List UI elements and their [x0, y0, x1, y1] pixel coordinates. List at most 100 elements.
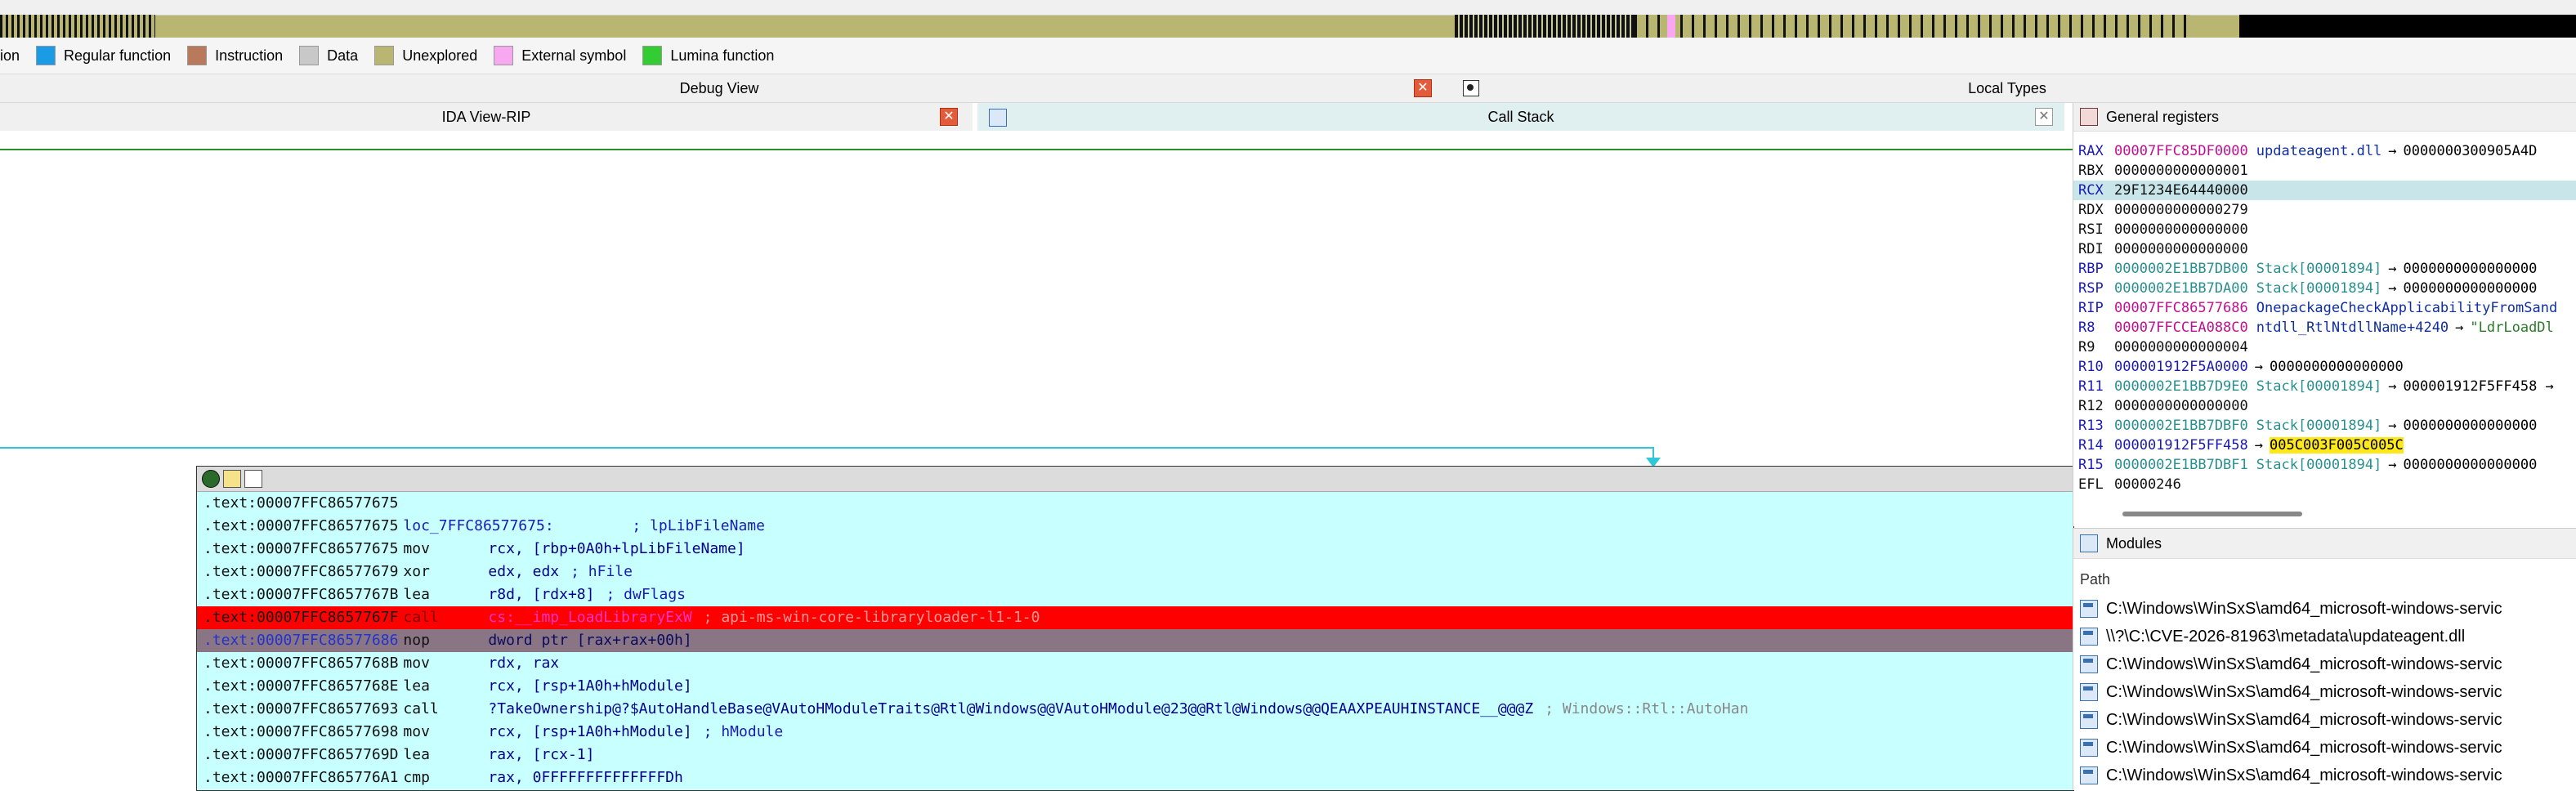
disasm-line[interactable]: .text:00007FFC8657767F call cs:__imp_LoadL… — [197, 606, 2073, 629]
register-value[interactable]: 0000000000000279 — [2114, 202, 2248, 218]
register-reference[interactable]: Stack[00001894] — [2256, 457, 2382, 473]
general-registers-panel[interactable]: General registers RAX 00007FFC85DF0000 upd… — [2073, 103, 2576, 526]
register-value[interactable]: 0000002E1BB7DBF1 — [2114, 457, 2248, 473]
horizontal-scrollbar[interactable] — [2122, 512, 2302, 516]
call-stack-titlebar[interactable]: Call Stack ✕ — [977, 103, 2064, 132]
nav-band-segment — [2239, 15, 2576, 38]
close-icon[interactable]: ✕ — [940, 108, 958, 126]
register-row[interactable]: R8 00007FFCCEA088C0 ntdll_RtlNtdllName+424… — [2073, 318, 2576, 337]
legend-item: Lumina function — [642, 46, 774, 65]
graph-zoom-icon[interactable] — [244, 470, 262, 488]
color-node-icon[interactable] — [202, 470, 220, 488]
register-row[interactable]: RSI 0000000000000000 — [2073, 220, 2576, 239]
register-reference[interactable]: Stack[00001894] — [2256, 280, 2382, 297]
disasm-line[interactable]: .text:00007FFC86577675 loc_7FFC86577675:;… — [197, 515, 2073, 538]
module-row[interactable]: C:\Windows\WinSxS\amd64_microsoft-window… — [2073, 650, 2576, 678]
nav-band-segment — [0, 15, 155, 38]
register-row[interactable]: R9 0000000000000004 — [2073, 337, 2576, 357]
register-value[interactable]: 0000000000000000 — [2114, 221, 2248, 238]
module-icon — [2080, 739, 2098, 757]
register-reference[interactable]: Stack[00001894] — [2256, 261, 2382, 277]
close-icon[interactable]: ✕ — [2035, 108, 2053, 126]
disasm-line[interactable]: .text:00007FFC86577698 mov rcx, [rsp+1A0h+… — [197, 721, 2073, 744]
debug-view-titlebar[interactable]: Debug View ✕ — [0, 74, 1438, 103]
register-row[interactable]: R12 0000000000000000 — [2073, 396, 2576, 416]
disasm-line[interactable]: .text:00007FFC8657767B lea r8d, [rdx+8] ; d… — [197, 583, 2073, 606]
line-address: .text:00007FFC86577698 — [203, 723, 399, 740]
module-row[interactable]: \\?\C:\CVE-2026-81963\metadata\updateage… — [2073, 623, 2576, 650]
register-target: 0000000000000000 — [2403, 418, 2538, 434]
register-row[interactable]: RIP 00007FFC86577686 OnepackageCheckApplic… — [2073, 298, 2576, 318]
modules-panel[interactable]: Modules Path C:\Windows\WinSxS\amd64_mic… — [2073, 528, 2576, 790]
line-comment: ; hModule — [703, 723, 784, 740]
module-row[interactable]: C:\Windows\WinSxS\amd64_microsoft-window… — [2073, 678, 2576, 706]
register-value[interactable]: 0000002E1BB7D9E0 — [2114, 378, 2248, 395]
register-value[interactable]: 0000002E1BB7DB00 — [2114, 261, 2248, 277]
register-row[interactable]: RBX 0000000000000001 — [2073, 161, 2576, 181]
graph-node[interactable]: .text:00007FFC86577675 .text:00007FFC8657… — [196, 466, 2074, 791]
module-row[interactable]: C:\Windows\WinSxS\amd64_microsoft-window… — [2073, 595, 2576, 623]
line-address: .text:00007FFC8657768E — [203, 677, 399, 695]
register-list[interactable]: RAX 00007FFC85DF0000 updateagent.dll → 00000… — [2073, 132, 2576, 494]
local-types-titlebar[interactable]: Local Types — [1438, 74, 2576, 103]
disasm-line[interactable]: .text:00007FFC86577686 nop dword ptr [rax+… — [197, 629, 2073, 652]
register-value[interactable]: 29F1234E64440000 — [2114, 182, 2248, 199]
path-column-header[interactable]: Path — [2073, 564, 2576, 595]
arrow-right-icon: → — [2388, 418, 2397, 434]
disassembly-listing[interactable]: .text:00007FFC86577675 .text:00007FFC8657… — [197, 492, 2073, 789]
navigation-band[interactable] — [0, 0, 2576, 38]
register-value[interactable]: 00000246 — [2114, 476, 2181, 493]
disasm-line[interactable]: .text:00007FFC8657769D lea rax, [rcx-1] — [197, 744, 2073, 766]
register-row[interactable]: RAX 00007FFC85DF0000 updateagent.dll → 00000… — [2073, 141, 2576, 161]
register-value[interactable]: 0000002E1BB7DBF0 — [2114, 418, 2248, 434]
register-value[interactable]: 0000000000000001 — [2114, 163, 2248, 179]
register-row[interactable]: RSP 0000002E1BB7DA00 Stack[00001894] → 00000… — [2073, 279, 2576, 298]
disasm-line[interactable]: .text:00007FFC86577675 mov rcx, [rbp+0A0h+… — [197, 538, 2073, 561]
register-row[interactable]: RCX 29F1234E64440000 — [2073, 181, 2576, 200]
register-row[interactable]: RDX 0000000000000279 — [2073, 200, 2576, 220]
line-address: .text:00007FFC8657769D — [203, 746, 399, 763]
module-row[interactable]: C:\Windows\WinSxS\amd64_microsoft-window… — [2073, 706, 2576, 734]
register-value[interactable]: 00007FFC85DF0000 — [2114, 143, 2248, 159]
disasm-line[interactable]: .text:00007FFC865776A1 cmp rax, 0FFFFFFFFF… — [197, 766, 2073, 789]
disasm-line[interactable]: .text:00007FFC86577675 — [197, 492, 2073, 515]
register-row[interactable]: R13 0000002E1BB7DBF0 Stack[00001894] → 00000… — [2073, 416, 2576, 436]
register-name: RBP — [2078, 261, 2104, 277]
disasm-line[interactable]: .text:00007FFC8657768B mov rdx, rax — [197, 652, 2073, 675]
ida-view-titlebar[interactable]: IDA View-RIP ✕ — [0, 103, 973, 132]
disasm-line[interactable]: .text:00007FFC8657768E lea rcx, [rsp+1A0h+… — [197, 675, 2073, 698]
register-value[interactable]: 00007FFC86577686 — [2114, 300, 2248, 316]
register-reference[interactable]: Stack[00001894] — [2256, 378, 2382, 395]
register-row[interactable]: R14 000001912F5FF458 → 005C003F005C005C — [2073, 436, 2576, 455]
register-reference[interactable]: OnepackageCheckApplicabilityFromSand — [2256, 300, 2557, 316]
register-value[interactable]: 00007FFCCEA088C0 — [2114, 320, 2248, 336]
register-reference[interactable]: ntdll_RtlNtdllName+4240 — [2256, 320, 2449, 336]
register-row[interactable]: R15 0000002E1BB7DBF1 Stack[00001894] → 00000… — [2073, 455, 2576, 475]
legend-label: Regular function — [64, 47, 172, 64]
register-reference[interactable]: Stack[00001894] — [2256, 418, 2382, 434]
register-row[interactable]: RDI 0000000000000000 — [2073, 239, 2576, 259]
register-row[interactable]: RBP 0000002E1BB7DB00 Stack[00001894] → 00000… — [2073, 259, 2576, 279]
toolbar-strip — [0, 0, 2576, 16]
operands: edx, edx — [488, 563, 560, 580]
disasm-line[interactable]: .text:00007FFC86577693 call ?TakeOwnership… — [197, 698, 2073, 721]
module-row[interactable]: C:\Windows\WinSxS\amd64_microsoft-window… — [2073, 762, 2576, 789]
register-row[interactable]: R11 0000002E1BB7D9E0 Stack[00001894] → 00000… — [2073, 377, 2576, 396]
register-name: RAX — [2078, 143, 2104, 159]
group-node-icon[interactable] — [223, 470, 241, 488]
register-value[interactable]: 0000002E1BB7DA00 — [2114, 280, 2248, 297]
disasm-line[interactable]: .text:00007FFC86577679 xor edx, edx ; hFile — [197, 561, 2073, 583]
register-value[interactable]: 0000000000000000 — [2114, 241, 2248, 257]
modules-titlebar[interactable]: Modules — [2073, 529, 2576, 559]
register-value[interactable]: 0000000000000000 — [2114, 398, 2248, 414]
register-reference[interactable]: updateagent.dll — [2256, 143, 2382, 159]
register-value[interactable]: 000001912F5FF458 — [2114, 437, 2248, 454]
register-value[interactable]: 000001912F5A0000 — [2114, 359, 2248, 375]
module-row[interactable]: C:\Windows\WinSxS\amd64_microsoft-window… — [2073, 734, 2576, 762]
registers-titlebar[interactable]: General registers — [2073, 103, 2576, 132]
register-value[interactable]: 0000000000000004 — [2114, 339, 2248, 355]
close-icon[interactable]: ✕ — [1414, 79, 1432, 97]
register-row[interactable]: EFL 00000246 — [2073, 475, 2576, 494]
modules-list[interactable]: C:\Windows\WinSxS\amd64_microsoft-window… — [2073, 595, 2576, 789]
register-row[interactable]: R10 000001912F5A0000 → 0000000000000000 — [2073, 357, 2576, 377]
